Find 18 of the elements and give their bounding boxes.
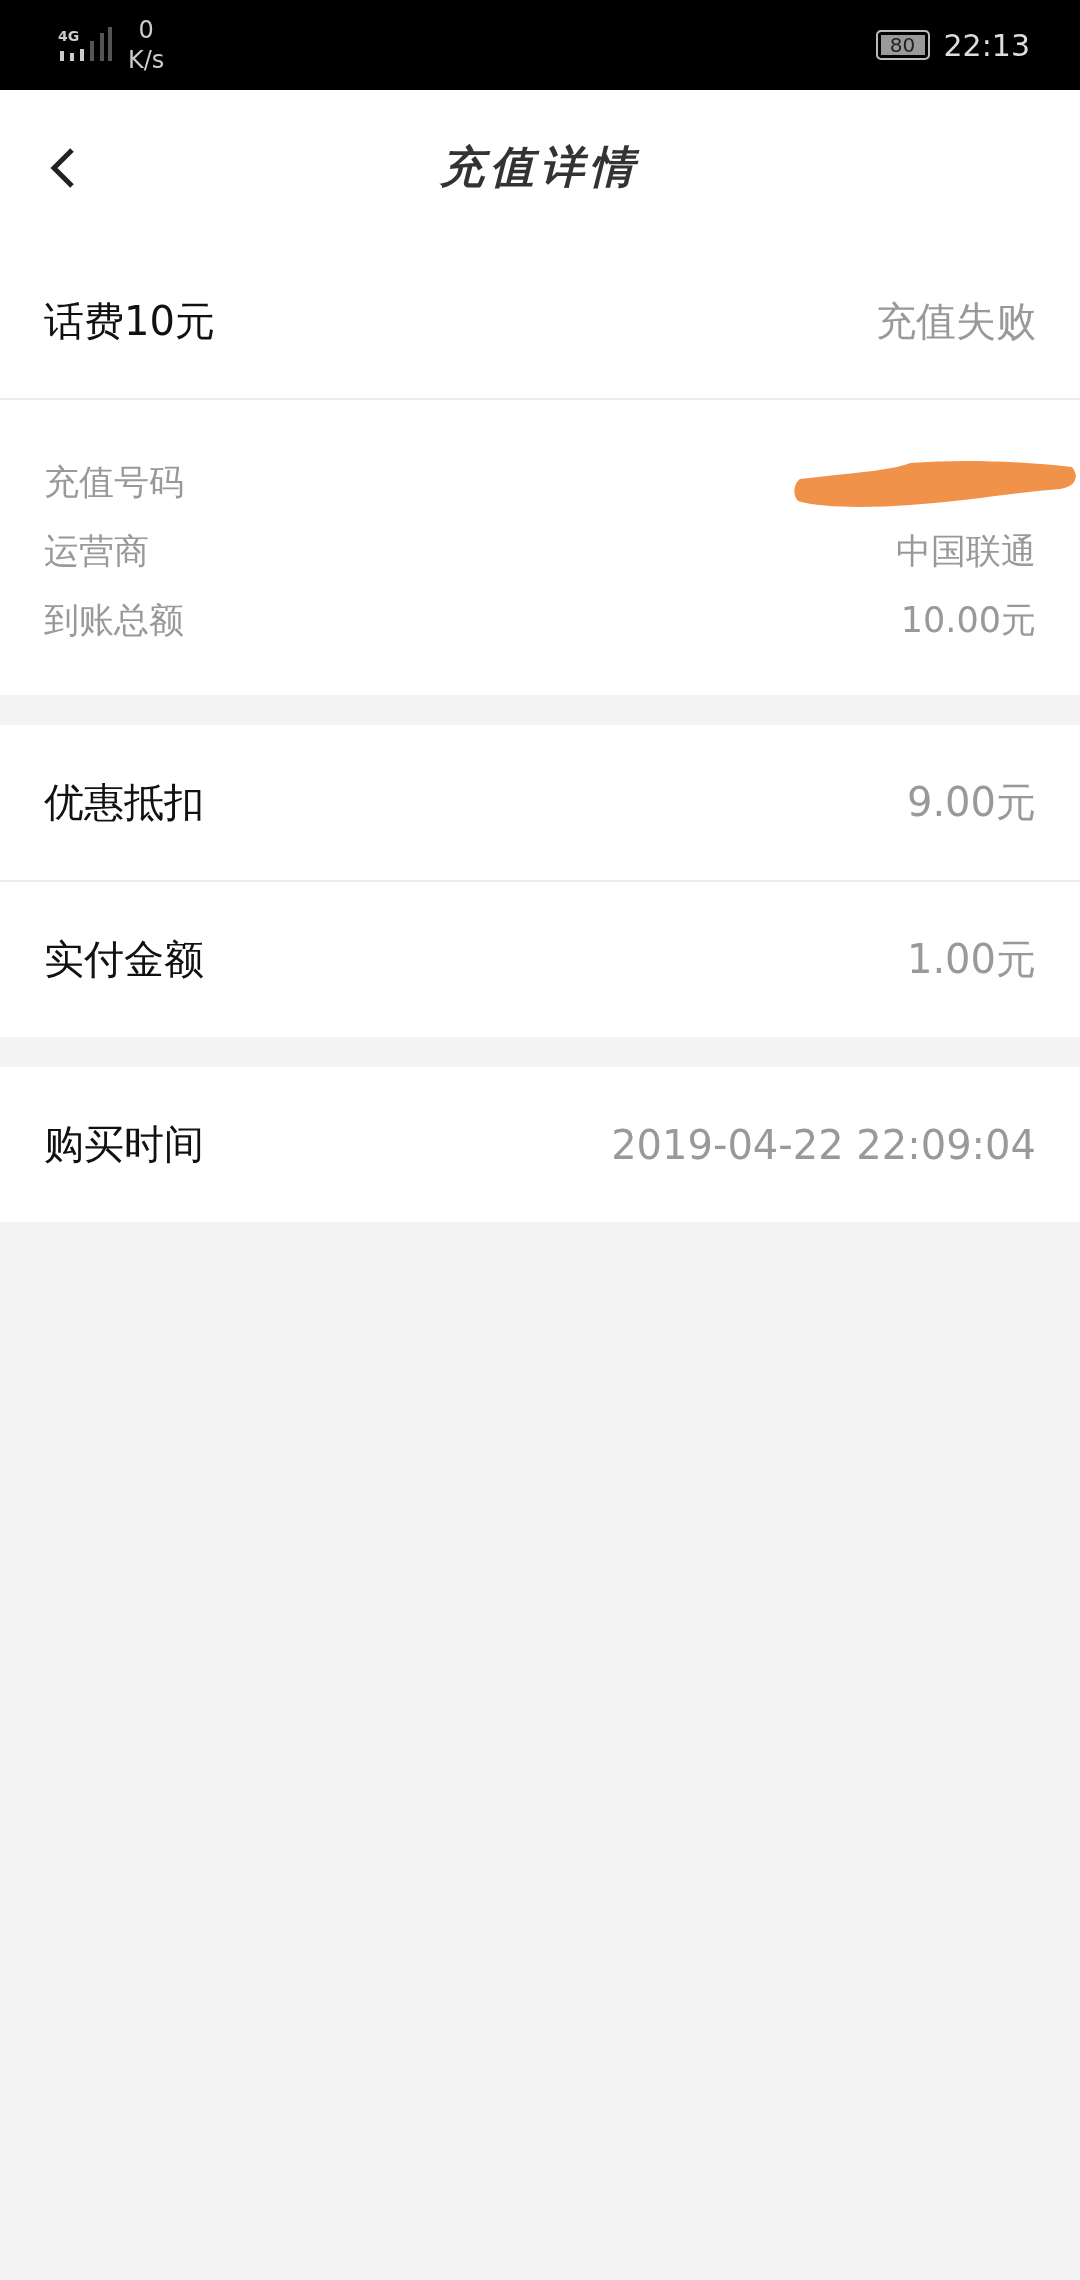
product-name: 话费10元: [44, 297, 215, 346]
purchase-time-value: 2019-04-22 22:09:04: [611, 1121, 1036, 1168]
detail-label: 到账总额: [44, 599, 184, 642]
speed-value: 0: [138, 15, 154, 45]
battery-icon: 80: [875, 30, 930, 60]
recharge-status: 充值失败: [876, 297, 1036, 346]
purchase-time-label: 购买时间: [44, 1120, 204, 1169]
detail-value: 10.00元: [900, 599, 1036, 642]
payment-label: 实付金额: [44, 935, 204, 984]
detail-label: 运营商: [44, 530, 149, 573]
speed-unit: K/s: [128, 45, 165, 75]
page-title: 充值详情: [440, 140, 640, 194]
clock-time: 22:13: [943, 27, 1030, 63]
detail-label: 充值号码: [44, 461, 184, 504]
payment-value: 1.00元: [906, 935, 1036, 984]
detail-value: 中国联通: [896, 530, 1036, 573]
payment-value: 9.00元: [906, 778, 1036, 827]
payment-label: 优惠抵扣: [44, 778, 204, 827]
